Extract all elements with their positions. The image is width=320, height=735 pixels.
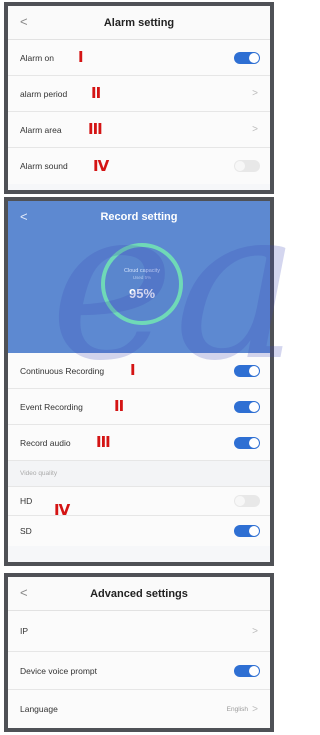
alarm-on-label: Alarm on <box>20 52 55 63</box>
language-value: English <box>226 705 248 713</box>
language-label: Language <box>20 704 58 714</box>
back-icon[interactable]: < <box>20 14 28 29</box>
chevron-right-icon: > <box>252 625 258 637</box>
chevron-right-icon: > <box>252 703 258 715</box>
alarm-period-label: alarm period <box>20 88 68 99</box>
record-audio-row[interactable]: Record audio III <box>8 425 270 461</box>
alarm-area-label: Alarm area <box>20 124 62 135</box>
hd-label: HD <box>20 496 33 506</box>
voice-prompt-toggle[interactable] <box>234 664 260 677</box>
marker-i: I <box>78 48 84 66</box>
marker-ii: II <box>91 84 101 102</box>
advanced-title: Advanced settings <box>90 587 188 600</box>
back-icon[interactable]: < <box>20 585 28 600</box>
sd-row[interactable]: IV SD <box>8 503 270 546</box>
advanced-settings-panel: < Advanced settings IP > Device voice pr… <box>4 573 274 732</box>
marker-iii: III <box>96 433 111 451</box>
voice-prompt-row[interactable]: Device voice prompt <box>8 652 270 690</box>
language-row[interactable]: Language English > <box>8 690 270 728</box>
ip-row[interactable]: IP > <box>8 611 270 652</box>
hd-row[interactable]: HD <box>8 487 270 516</box>
alarm-sound-label: Alarm sound <box>20 161 68 171</box>
marker-i: I <box>130 361 136 379</box>
alarm-sound-toggle[interactable] <box>234 160 260 172</box>
chevron-right-icon: > <box>252 124 258 135</box>
marker-iii: III <box>88 120 103 138</box>
record-setting-panel: < Record setting Cloud capacity Used 5% … <box>4 197 274 566</box>
continuous-recording-row[interactable]: Continuous Recording I <box>8 353 270 389</box>
ip-label: IP <box>20 626 29 636</box>
alarm-area-row[interactable]: Alarm area III > <box>8 112 270 148</box>
record-header: < Record setting Cloud capacity Used 5% … <box>8 201 270 353</box>
ring-caption: Cloud capacity <box>123 267 161 274</box>
alarm-sound-row[interactable]: Alarm sound IV <box>8 148 270 184</box>
marker-ii: II <box>114 397 124 415</box>
sd-toggle[interactable] <box>234 525 260 537</box>
ring-subcaption: Used 5% <box>132 274 152 280</box>
continuous-recording-label: Continuous Recording <box>20 365 105 376</box>
alarm-setting-panel: < Alarm setting Alarm on I alarm period … <box>4 2 274 194</box>
event-recording-toggle[interactable] <box>234 400 260 413</box>
record-audio-label: Record audio <box>20 437 71 448</box>
alarm-title: Alarm setting <box>103 16 175 29</box>
record-title: Record setting <box>100 211 178 223</box>
marker-iv: IV <box>93 156 109 175</box>
alarm-header: < Alarm setting <box>8 6 270 40</box>
ring-percentage: 95% <box>128 285 156 301</box>
event-recording-label: Event Recording <box>20 401 83 412</box>
alarm-on-row[interactable]: Alarm on I <box>8 40 270 76</box>
advanced-header: < Advanced settings <box>8 577 270 611</box>
storage-ring: Cloud capacity Used 5% 95% <box>101 243 183 325</box>
alarm-on-toggle[interactable] <box>234 51 260 64</box>
alarm-period-row[interactable]: alarm period II > <box>8 76 270 112</box>
sd-label: SD <box>20 526 32 536</box>
chevron-right-icon: > <box>252 88 258 99</box>
marker-iv: IV <box>54 501 70 519</box>
video-quality-section: Video quality <box>8 461 270 487</box>
continuous-recording-toggle[interactable] <box>234 364 260 377</box>
record-audio-toggle[interactable] <box>234 436 260 449</box>
voice-prompt-label: Device voice prompt <box>20 665 98 676</box>
hd-toggle[interactable] <box>234 495 260 507</box>
event-recording-row[interactable]: Event Recording II <box>8 389 270 425</box>
